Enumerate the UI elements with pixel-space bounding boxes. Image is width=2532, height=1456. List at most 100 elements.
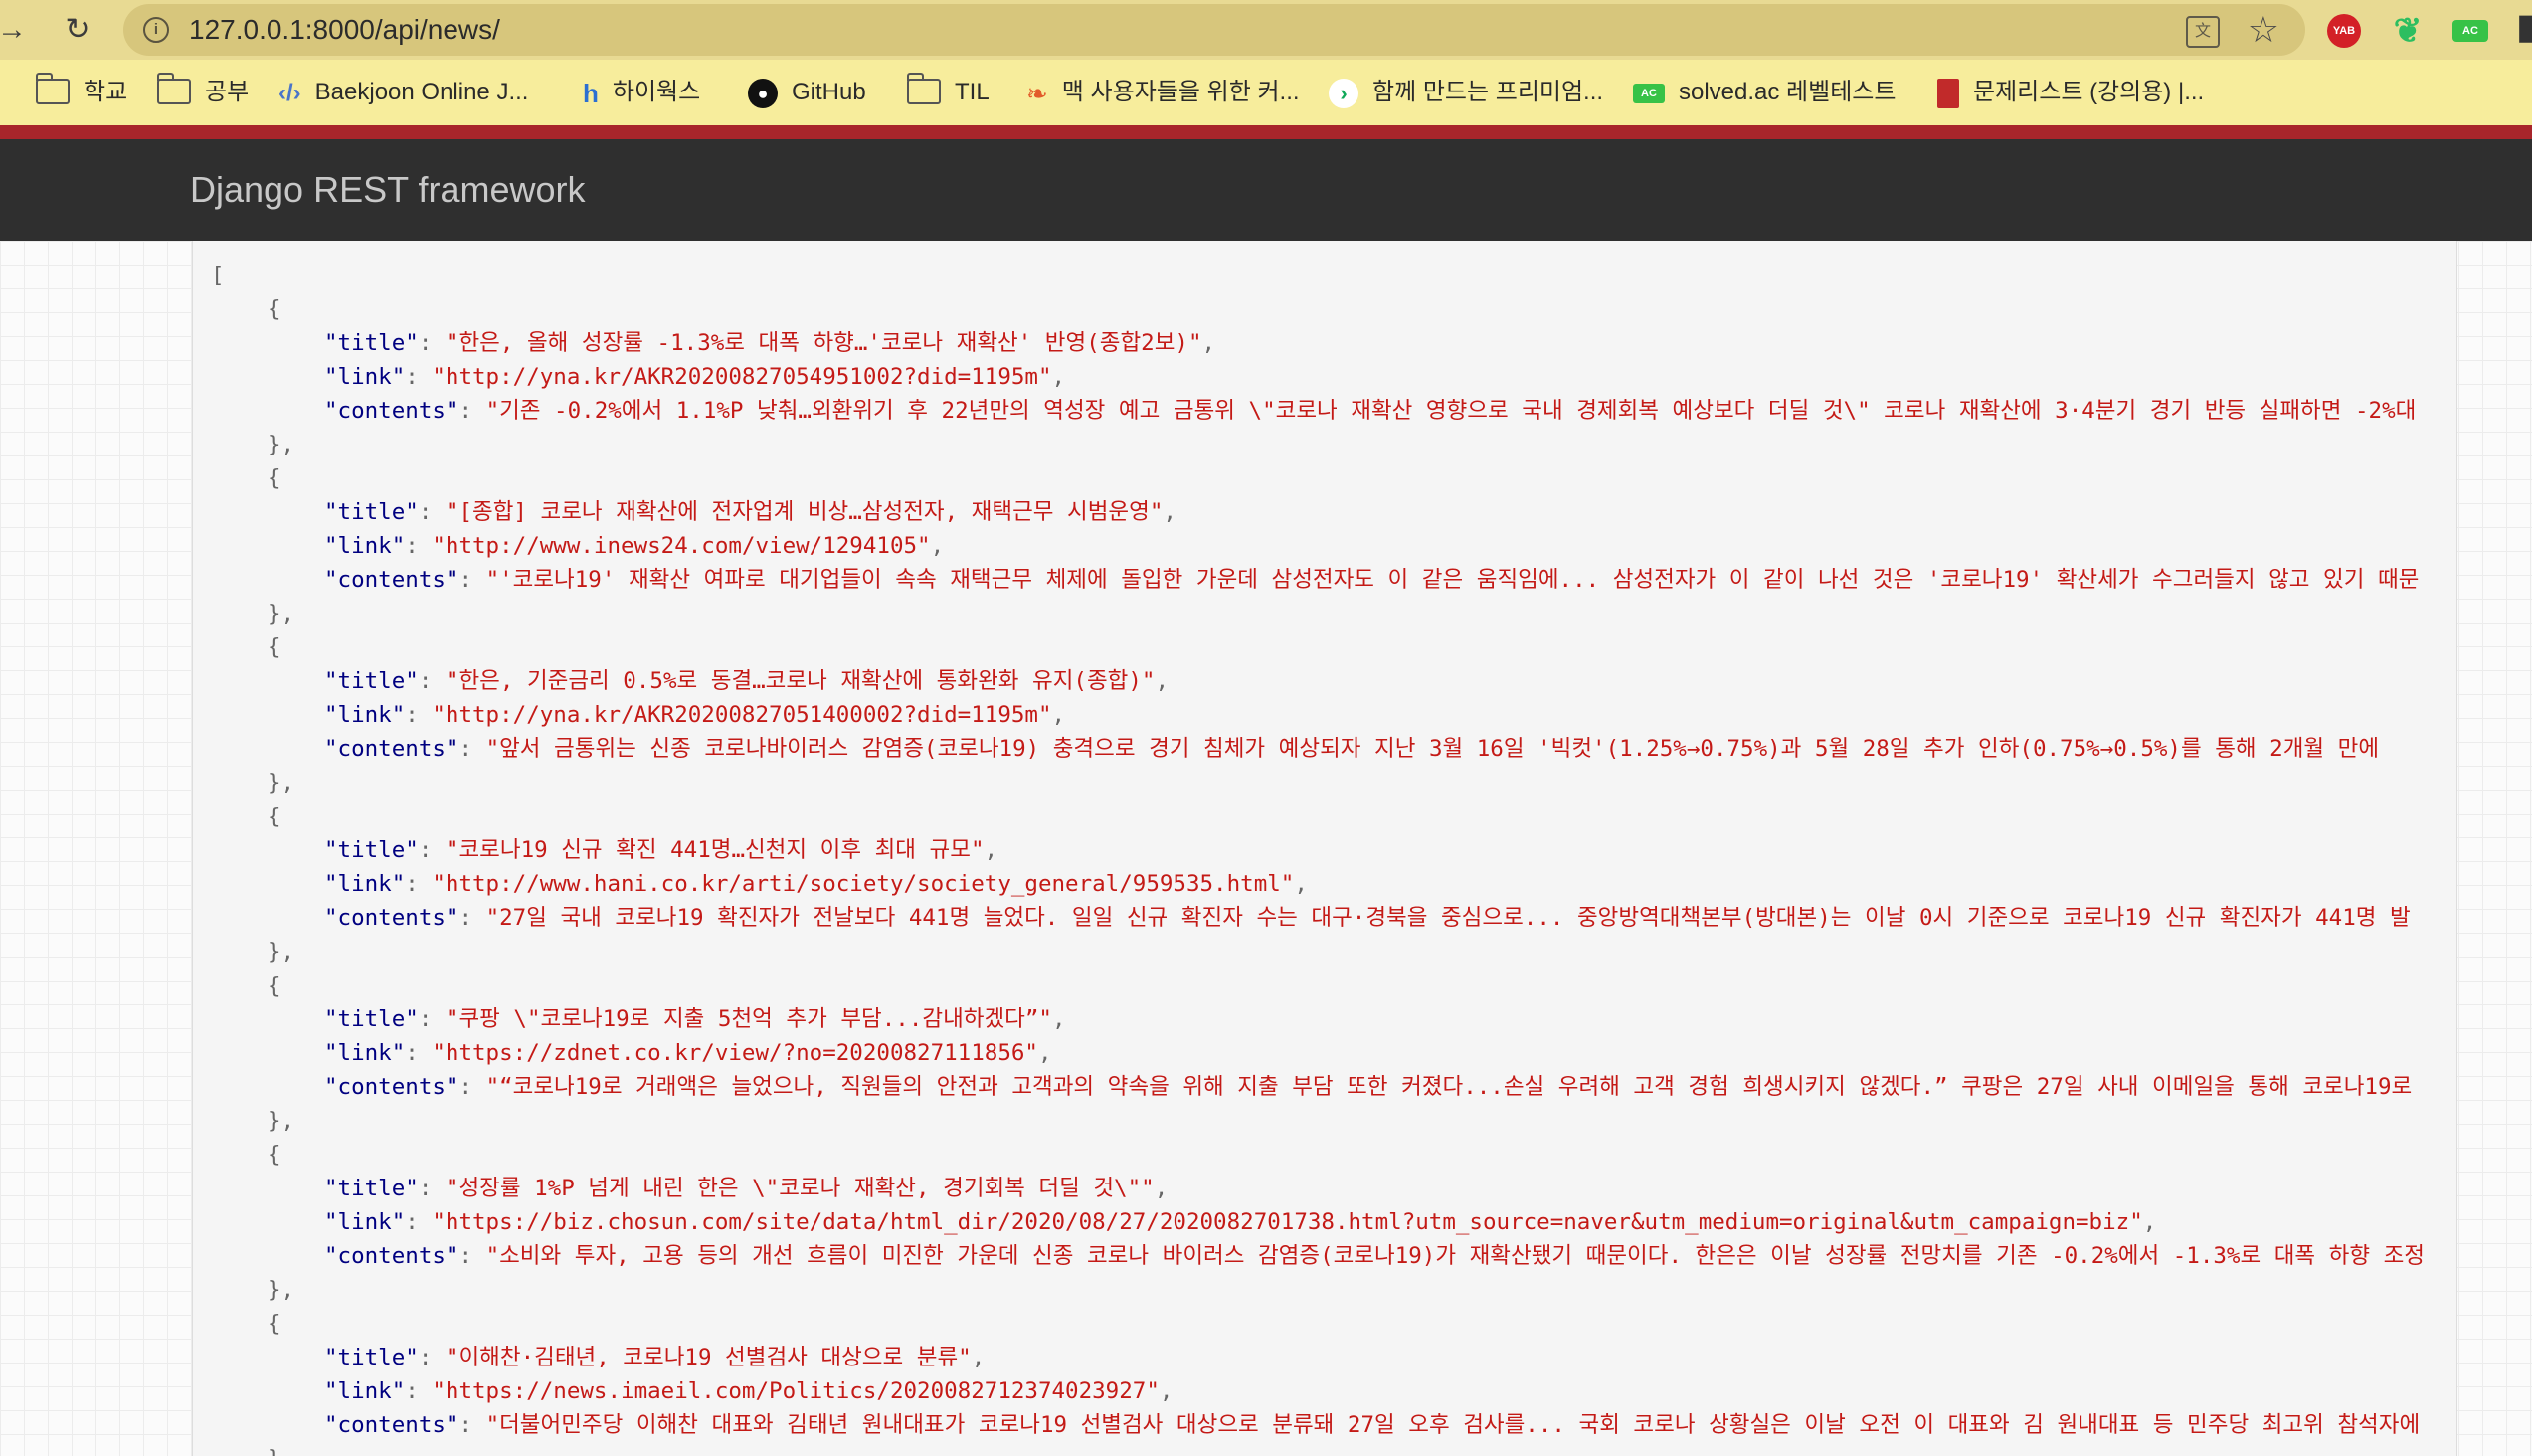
bookmark-school[interactable]: 학교 bbox=[36, 60, 127, 125]
evernote-extension-icon[interactable]: ❦ bbox=[2391, 14, 2425, 48]
json-value-title: [종합] 코로나 재확산에 전자업계 비상…삼성전자, 재택근무 시범운영 bbox=[458, 499, 1150, 525]
json-object-open: { bbox=[268, 804, 281, 829]
bookmark-label: TIL bbox=[955, 79, 990, 105]
folder-icon bbox=[36, 72, 70, 104]
leaf-icon: ❧ bbox=[1026, 78, 1048, 108]
json-object-close: }, bbox=[211, 1442, 2439, 1456]
bookmark-solvedac[interactable]: AC solved.ac 레벨테스트 bbox=[1633, 60, 1896, 125]
json-key: "link" bbox=[324, 533, 406, 559]
json-field-title: "title": "성장률 1%P 넘게 내린 한은 \"코로나 재확산, 경기… bbox=[324, 1176, 1169, 1201]
brand-link[interactable]: Django REST framework bbox=[190, 139, 585, 241]
json-value-contents: 소비와 투자, 고용 등의 개선 흐름이 미진한 가운데 신종 코로나 바이러스… bbox=[499, 1243, 2426, 1269]
json-key: "contents" bbox=[324, 1412, 459, 1438]
json-field-contents: "contents": "소비와 투자, 고용 등의 개선 흐름이 미진한 가운… bbox=[324, 1243, 2426, 1269]
json-value-title: 쿠팡 \"코로나19로 지출 5천억 추가 부담...감내하겠다” bbox=[458, 1006, 1039, 1032]
json-field-title: "title": "이해찬·김태년, 코로나19 선별검사 대상으로 분류", bbox=[324, 1345, 986, 1370]
bookmark-github[interactable]: ● GitHub bbox=[748, 60, 866, 125]
json-field-title: "title": "[종합] 코로나 재확산에 전자업계 비상…삼성전자, 재택… bbox=[324, 499, 1176, 525]
json-key: "contents" bbox=[324, 1074, 459, 1100]
json-value-title: 코로나19 신규 확진 441명…신천지 이후 최대 규모 bbox=[458, 837, 971, 863]
json-object-close: }, bbox=[268, 432, 295, 457]
json-value-contents: “코로나19로 거래액은 늘었으나, 직원들의 안전과 고객과의 약속을 위해 … bbox=[499, 1074, 2426, 1100]
bookmark-label: 공부 bbox=[205, 79, 250, 105]
bookmark-label: 함께 만드는 프리미엄... bbox=[1372, 79, 1604, 105]
json-field-contents: "contents": "27일 국내 코로나19 확진자가 전날보다 441명… bbox=[324, 905, 2411, 931]
bookmark-star-icon[interactable]: ☆ bbox=[2248, 10, 2279, 50]
json-field-link: "link": "http://yna.kr/AKR20200827054951… bbox=[324, 364, 1066, 390]
json-value-contents: '코로나19' 재확산 여파로 대기업들이 속속 재택근무 체제에 돌입한 가운… bbox=[499, 567, 2420, 593]
bookmark-partial-icon bbox=[0, 60, 10, 125]
bookmark-label: Baekjoon Online J... bbox=[314, 79, 529, 105]
json-object-open: { bbox=[268, 465, 281, 491]
bookmark-til[interactable]: TIL bbox=[907, 60, 990, 125]
forward-arrow-icon[interactable]: → bbox=[0, 12, 30, 48]
json-value-title: 한은, 올해 성장률 -1.3%로 대폭 하향…'코로나 재확산' 반영(종합2… bbox=[458, 330, 1188, 356]
json-value-link: http://yna.kr/AKR20200827054951002?did=1… bbox=[445, 364, 1038, 390]
json-field-link: "link": "http://www.hani.co.kr/arti/soci… bbox=[324, 871, 1308, 897]
json-value-title: 이해찬·김태년, 코로나19 선별검사 대상으로 분류 bbox=[458, 1345, 959, 1370]
solvedac-extension-icon[interactable]: AC bbox=[2452, 20, 2488, 42]
json-object-close: }, bbox=[268, 1108, 295, 1134]
json-value-contents: 앞서 금통위는 신종 코로나바이러스 감염증(코로나19) 충격으로 경기 침체… bbox=[499, 736, 2393, 762]
site-info-icon[interactable]: i bbox=[143, 17, 169, 43]
json-object-open: { bbox=[268, 1142, 281, 1168]
bookmarks-bar: 학교 공부 ‹/› Baekjoon Online J... h 하이웍스 ● Git… bbox=[0, 60, 2532, 125]
translate-icon[interactable]: 文 bbox=[2186, 16, 2220, 48]
json-field-link: "link": "http://www.inews24.com/view/129… bbox=[324, 533, 945, 559]
bookmark-problem-list[interactable]: 문제리스트 (강의용) |... bbox=[1937, 60, 2204, 125]
github-icon: ● bbox=[748, 78, 778, 108]
bookmark-mac-community[interactable]: ❧ 맥 사용자들을 위한 커... bbox=[1026, 60, 1300, 125]
json-key: "link" bbox=[324, 1378, 406, 1404]
json-key: "link" bbox=[324, 364, 406, 390]
json-field-title: "title": "쿠팡 \"코로나19로 지출 5천억 추가 부담...감내하… bbox=[324, 1006, 1066, 1032]
json-value-link: http://yna.kr/AKR20200827051400002?did=1… bbox=[445, 702, 1038, 728]
json-object-open: { bbox=[268, 1311, 281, 1337]
json-value-link: http://www.hani.co.kr/arti/society/socie… bbox=[445, 871, 1281, 897]
json-key: "link" bbox=[324, 1040, 406, 1066]
json-value-link: https://zdnet.co.kr/view/?no=20200827111… bbox=[445, 1040, 1025, 1066]
bookmark-baekjoon[interactable]: ‹/› Baekjoon Online J... bbox=[278, 60, 528, 125]
json-object-open: { bbox=[268, 296, 281, 322]
json-key: "title" bbox=[324, 499, 419, 525]
json-key: "link" bbox=[324, 871, 406, 897]
bookmark-study[interactable]: 공부 bbox=[157, 60, 249, 125]
extension-menu-icon[interactable]: ▮ bbox=[2516, 10, 2532, 44]
reload-icon[interactable]: ↻ bbox=[60, 12, 95, 48]
book-icon bbox=[1937, 78, 1959, 108]
hiworks-icon: h bbox=[583, 78, 599, 108]
json-field-contents: "contents": "기존 -0.2%에서 1.1%P 낮춰…외환위기 후 … bbox=[324, 398, 2417, 424]
json-field-link: "link": "https://zdnet.co.kr/view/?no=20… bbox=[324, 1040, 1052, 1066]
json-response: [ {"title": "한은, 올해 성장률 -1.3%로 대폭 하향…'코로… bbox=[211, 259, 2439, 1456]
json-value-contents: 27일 국내 코로나19 확진자가 전날보다 441명 늘었다. 일일 신규 확… bbox=[499, 905, 2411, 931]
json-value-title: 성장률 1%P 넘게 내린 한은 \"코로나 재확산, 경기회복 더딜 것\" bbox=[458, 1176, 1142, 1201]
json-value-title: 한은, 기준금리 0.5%로 동결…코로나 재확산에 통화완화 유지(종합) bbox=[458, 668, 1142, 694]
json-field-contents: "contents": "'코로나19' 재확산 여파로 대기업들이 속속 재택… bbox=[324, 567, 2420, 593]
json-key: "contents" bbox=[324, 736, 459, 762]
json-field-contents: "contents": "앞서 금통위는 신종 코로나바이러스 감염증(코로나1… bbox=[324, 736, 2393, 762]
bookmark-premium[interactable]: › 함께 만드는 프리미엄... bbox=[1329, 60, 1603, 125]
navbar-accent-line bbox=[0, 125, 2532, 139]
browser-toolbar: → ↻ i 127.0.0.1:8000/api/news/ 文 ☆ YAB ❦… bbox=[0, 0, 2532, 60]
json-field-link: "link": "https://news.imaeil.com/Politic… bbox=[324, 1378, 1174, 1404]
json-object-close: }, bbox=[268, 1277, 295, 1303]
address-bar[interactable]: i 127.0.0.1:8000/api/news/ 文 ☆ bbox=[123, 4, 2305, 56]
bookmark-label: GitHub bbox=[792, 79, 866, 105]
json-object-close: }, bbox=[268, 770, 295, 796]
json-key: "link" bbox=[324, 702, 406, 728]
json-object-close: }, bbox=[268, 601, 295, 627]
yab-extension-icon[interactable]: YAB bbox=[2327, 14, 2361, 48]
json-object-close: }, bbox=[268, 939, 295, 965]
json-open-bracket: [ bbox=[211, 263, 225, 288]
bookmark-label: 하이웍스 bbox=[612, 79, 701, 105]
json-field-title: "title": "코로나19 신규 확진 441명…신천지 이후 최대 규모"… bbox=[324, 837, 998, 863]
json-value-link: http://www.inews24.com/view/1294105 bbox=[445, 533, 918, 559]
url-text[interactable]: 127.0.0.1:8000/api/news/ bbox=[189, 4, 500, 56]
code-icon: ‹/› bbox=[278, 79, 301, 106]
json-key: "title" bbox=[324, 1345, 419, 1370]
json-key: "title" bbox=[324, 330, 419, 356]
bookmark-hiworks[interactable]: h 하이웍스 bbox=[583, 60, 700, 125]
json-object-open: { bbox=[268, 635, 281, 660]
json-value-contents: 더불어민주당 이해찬 대표와 김태년 원내대표가 코로나19 선별검사 대상으로… bbox=[499, 1412, 2421, 1438]
bookmark-label: 학교 bbox=[84, 79, 128, 105]
bookmark-label: 문제리스트 (강의용) |... bbox=[1973, 79, 2205, 105]
